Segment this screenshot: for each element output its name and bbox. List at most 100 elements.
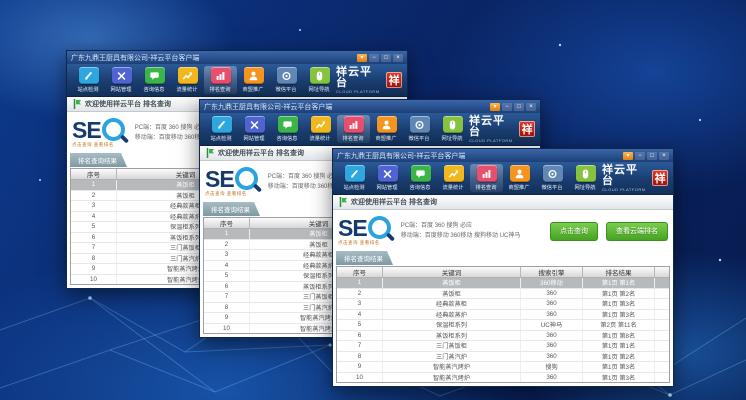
toolbar-item-label: 微信平台 xyxy=(409,134,430,142)
brand-name: 祥云平台 xyxy=(602,165,649,187)
toolbar-item-ranking-query[interactable]: 排名查询 xyxy=(337,115,370,143)
toolbar-item-wechat-platform[interactable]: 微信平台 xyxy=(536,164,569,192)
toolbar-item-site-check[interactable]: 站点检测 xyxy=(72,66,105,94)
toolbar-item-wechat-platform[interactable]: 微信平台 xyxy=(270,66,303,94)
tab-ranking-results[interactable]: 排名查询结果 xyxy=(203,202,260,216)
table-row[interactable]: 6蒸饭柜系列360第1页 第8名 xyxy=(337,331,669,342)
toolbar-item-nav-mouse[interactable]: 网址导航 xyxy=(303,66,336,94)
skin-button[interactable]: ▾ xyxy=(623,152,633,160)
table-cell: 6 xyxy=(71,233,117,243)
toolbar-item-label: 排名查询 xyxy=(210,85,231,93)
scrollbar-gutter[interactable] xyxy=(655,267,669,277)
table-row[interactable]: 7三门蒸饭柜360第1页 第1名 xyxy=(337,341,669,352)
table-cell: 10 xyxy=(71,275,117,285)
app-window: 广东九鼎王厨具有限公司-祥云平台客户端 ▾ − □ × 站点检测网站管理咨询信息… xyxy=(332,148,674,387)
toolbar-item-message[interactable]: 咨询信息 xyxy=(271,115,304,143)
toolbar-item-site-check[interactable]: 站点检测 xyxy=(205,115,238,143)
table-row[interactable]: 8三门蒸汽炉360第1页 第2名 xyxy=(337,352,669,363)
toolbar-item-ranking-query[interactable]: 排名查询 xyxy=(204,66,237,94)
maximize-button[interactable]: □ xyxy=(647,152,657,160)
message-icon xyxy=(145,67,165,84)
minimize-button[interactable]: − xyxy=(369,54,379,62)
table-row[interactable]: 2蒸饭柜360第1页 第2名 xyxy=(337,289,669,300)
toolbar-item-message[interactable]: 咨询信息 xyxy=(404,164,437,192)
wechat-platform-icon xyxy=(410,116,430,133)
minimize-button[interactable]: − xyxy=(502,103,512,111)
table-row[interactable]: 9智能蒸汽烤炉搜狗第1页 第3名 xyxy=(337,362,669,373)
toolbar-item-message[interactable]: 咨询信息 xyxy=(138,66,171,94)
toolbar-item-promotion[interactable]: 商盟推广 xyxy=(237,66,270,94)
table-row[interactable]: 10智能蒸汽烤炉360第1页 第3名 xyxy=(337,373,669,383)
toolbar-item-label: 站点检测 xyxy=(211,134,232,142)
toolbar-item-site-manage[interactable]: 网站管理 xyxy=(105,66,138,94)
window-titlebar[interactable]: 广东九鼎王厨具有限公司-祥云平台客户端 ▾ − □ × xyxy=(200,100,540,113)
close-button[interactable]: × xyxy=(393,54,403,62)
table-cell: 4 xyxy=(337,310,383,320)
toolbar-item-label: 站点检测 xyxy=(344,183,365,191)
site-manage-icon xyxy=(112,67,132,84)
table-cell: 360 xyxy=(521,352,583,362)
toolbar-item-label: 商盟推广 xyxy=(243,85,264,93)
brand-subtitle: CLOUD PLATFORM xyxy=(469,139,516,143)
table-cell: 1 xyxy=(71,180,117,190)
skin-button[interactable]: ▾ xyxy=(357,54,367,62)
ranking-table: 序号 关键词 搜索引擎 排名结果 1蒸饭柜360移动第1页 第1名2蒸饭柜360… xyxy=(336,266,670,383)
view-cloud-ranking-button[interactable]: 查看云端排名 xyxy=(606,222,668,241)
table-cell: 智能蒸汽烤炉 xyxy=(383,373,521,383)
toolbar-item-traffic-stats[interactable]: 流量统计 xyxy=(171,66,204,94)
window-titlebar[interactable]: 广东九鼎王厨具有限公司-祥云平台客户端 ▾ − □ × xyxy=(333,149,673,162)
tab-ranking-results[interactable]: 排名查询结果 xyxy=(336,251,393,265)
toolbar-item-site-check[interactable]: 站点检测 xyxy=(338,164,371,192)
maximize-button[interactable]: □ xyxy=(514,103,524,111)
tab-ranking-results[interactable]: 排名查询结果 xyxy=(70,153,127,167)
toolbar-item-label: 网址导航 xyxy=(442,134,463,142)
maximize-button[interactable]: □ xyxy=(381,54,391,62)
minimize-button[interactable]: − xyxy=(635,152,645,160)
skin-button[interactable]: ▾ xyxy=(490,103,500,111)
brand-subtitle: CLOUD PLATFORM xyxy=(602,188,649,192)
table-cell: 7 xyxy=(204,292,250,302)
window-content: SE 点击查询 查看排名 PC端：百度 360 搜狗 必应 移动端：百度移动 3… xyxy=(333,210,673,386)
toolbar-item-label: 流量统计 xyxy=(443,183,464,191)
search-engine-info: PC端：百度 360 搜狗 必应 移动端：百度移动 360移动 搜狗移动 UC神… xyxy=(401,221,521,241)
window-titlebar[interactable]: 广东九鼎王厨具有限公司-祥云平台客户端 ▾ − □ × xyxy=(67,51,407,64)
site-manage-icon xyxy=(245,116,265,133)
close-button[interactable]: × xyxy=(526,103,536,111)
table-row[interactable]: 4经典款蒸炉360第1页 第3名 xyxy=(337,310,669,321)
table-cell: 2 xyxy=(337,289,383,299)
toolbar-item-site-manage[interactable]: 网站管理 xyxy=(371,164,404,192)
toolbar-item-label: 流量统计 xyxy=(177,85,198,93)
toolbar-item-site-manage[interactable]: 网站管理 xyxy=(238,115,271,143)
toolbar-item-nav-mouse[interactable]: 网址导航 xyxy=(569,164,602,192)
toolbar-item-nav-mouse[interactable]: 网址导航 xyxy=(436,115,469,143)
seo-tagline: 点击查询 查看排名 xyxy=(205,191,247,197)
query-button[interactable]: 点击查询 xyxy=(550,222,598,241)
welcome-text: 欢迎使用祥云平台 排名查询 xyxy=(351,197,437,207)
toolbar-item-promotion[interactable]: 商盟推广 xyxy=(370,115,403,143)
ranking-query-icon xyxy=(344,116,364,133)
table-row[interactable]: 5保温柜系列UC神马第2页 第11名 xyxy=(337,320,669,331)
toolbar-item-promotion[interactable]: 商盟推广 xyxy=(503,164,536,192)
table-cell: 3 xyxy=(204,250,250,260)
table-row[interactable]: 3经典款蒸柜360第1页 第3名 xyxy=(337,299,669,310)
scrollbar-gutter xyxy=(655,362,669,372)
toolbar-item-wechat-platform[interactable]: 微信平台 xyxy=(403,115,436,143)
toolbar-item-label: 排名查询 xyxy=(476,183,497,191)
toolbar-item-ranking-query[interactable]: 排名查询 xyxy=(470,164,503,192)
table-cell: 2 xyxy=(204,240,250,250)
seo-logo-text: SE xyxy=(205,168,234,190)
table-cell: 5 xyxy=(337,320,383,330)
table-cell: 4 xyxy=(204,261,250,271)
table-cell: 5 xyxy=(204,271,250,281)
scrollbar-gutter xyxy=(655,299,669,309)
desktop-background: 广东九鼎王厨具有限公司-祥云平台客户端 ▾ − □ × 站点检测网站管理咨询信息… xyxy=(0,0,746,400)
toolbar-item-label: 咨询信息 xyxy=(277,134,298,142)
promotion-icon xyxy=(510,165,530,182)
table-cell: 第1页 第1名 xyxy=(583,278,655,288)
brand-name: 祥云平台 xyxy=(336,67,383,89)
table-row[interactable]: 1蒸饭柜360移动第1页 第1名 xyxy=(337,278,669,289)
toolbar-item-traffic-stats[interactable]: 流量统计 xyxy=(304,115,337,143)
close-button[interactable]: × xyxy=(659,152,669,160)
toolbar-item-traffic-stats[interactable]: 流量统计 xyxy=(437,164,470,192)
promotion-icon xyxy=(377,116,397,133)
